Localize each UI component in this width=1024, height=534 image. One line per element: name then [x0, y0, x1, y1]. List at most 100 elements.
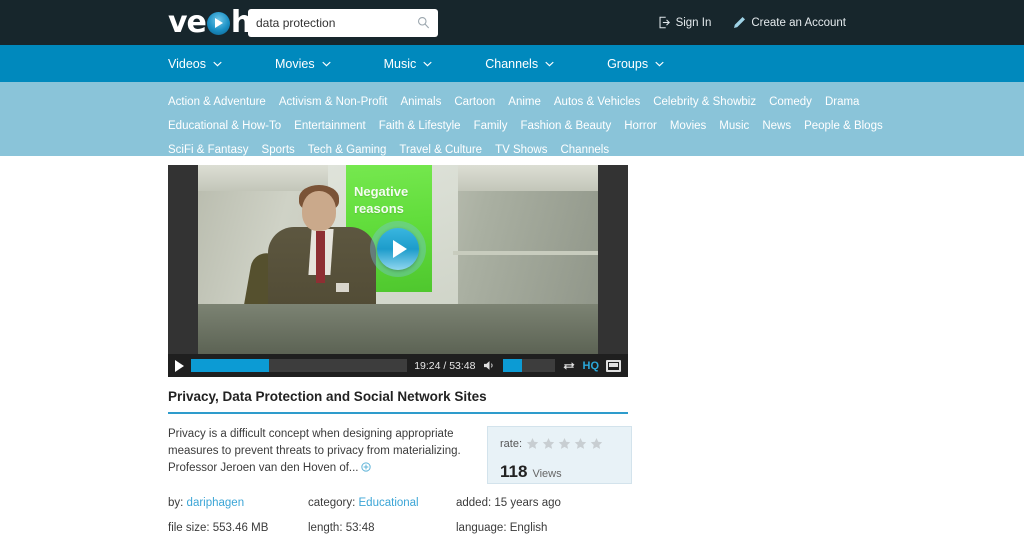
- sign-in-icon: [659, 16, 670, 29]
- page-title: Privacy, Data Protection and Social Netw…: [168, 389, 487, 404]
- pencil-icon: [734, 17, 746, 28]
- chevron-down-icon: [655, 61, 664, 66]
- volume-fill: [502, 359, 523, 372]
- video-description: Privacy is a difficult concept when desi…: [168, 426, 473, 477]
- category-link[interactable]: Cartoon: [454, 96, 495, 108]
- video-player[interactable]: Negative reasons 19:24 / 53:48 HQ: [168, 165, 628, 377]
- fullscreen-icon[interactable]: [606, 359, 621, 372]
- title-divider: [168, 412, 628, 414]
- star-icon[interactable]: [558, 437, 571, 450]
- filesize-label: file size:: [168, 522, 210, 534]
- play-pause-button[interactable]: [175, 359, 184, 372]
- play-icon: [393, 239, 407, 258]
- veoh-logo[interactable]: ve h ®: [168, 4, 261, 40]
- wall-rail: [453, 251, 598, 255]
- category-link[interactable]: Faith & Lifestyle: [379, 120, 461, 132]
- slide-text: Negative reasons: [354, 183, 408, 217]
- video-info-area: Privacy is a difficult concept when desi…: [168, 426, 798, 484]
- language-value: English: [509, 522, 548, 534]
- category-link[interactable]: Animals: [400, 96, 441, 108]
- logo-text-left: ve: [168, 4, 207, 40]
- nav-item-label: Movies: [275, 56, 315, 71]
- loop-icon[interactable]: [562, 360, 576, 372]
- volume-slider[interactable]: [502, 359, 555, 372]
- category-row-2: Educational & How-To Entertainment Faith &…: [168, 114, 1024, 138]
- category-link[interactable]: Movies: [670, 120, 706, 132]
- star-icon[interactable]: [574, 437, 587, 450]
- category-link[interactable]: Comedy: [769, 96, 812, 108]
- category-link[interactable]: Tech & Gaming: [308, 144, 387, 156]
- quality-button[interactable]: HQ: [583, 360, 600, 372]
- views-label: Views: [532, 468, 562, 480]
- video-title-section: Privacy, Data Protection and Social Netw…: [168, 389, 628, 414]
- category-link[interactable]: Autos & Vehicles: [554, 96, 640, 108]
- search-box[interactable]: [248, 8, 438, 37]
- slide-text-line1: Negative: [354, 184, 409, 199]
- site-header: ve h ® Sign In Create an Account: [0, 0, 1024, 45]
- nav-item-groups[interactable]: Groups: [607, 57, 664, 71]
- language-cell: language: English: [456, 522, 547, 534]
- nav-item-label: Music: [383, 56, 417, 71]
- category-link[interactable]: Drama: [825, 96, 860, 108]
- video-metadata: by: dariphagen category: Educational add…: [168, 497, 638, 534]
- language-label: language:: [456, 522, 507, 534]
- uploader-link[interactable]: dariphagen: [187, 497, 245, 509]
- speaker-badge: [336, 283, 349, 292]
- category-link[interactable]: Family: [474, 120, 508, 132]
- star-icon[interactable]: [526, 437, 539, 450]
- play-button-circle: [377, 227, 419, 270]
- category-link[interactable]: SciFi & Fantasy: [168, 144, 249, 156]
- uploader-cell: by: dariphagen: [168, 497, 308, 509]
- star-icon[interactable]: [542, 437, 555, 450]
- added-value: 15 years ago: [494, 497, 561, 509]
- nav-item-label: Videos: [168, 56, 206, 71]
- metadata-row-1: by: dariphagen category: Educational add…: [168, 497, 638, 509]
- category-link[interactable]: Action & Adventure: [168, 96, 266, 108]
- category-link[interactable]: Educational: [359, 497, 419, 509]
- speaker-tie: [316, 231, 325, 283]
- category-link[interactable]: News: [762, 120, 791, 132]
- category-bar: Action & Adventure Activism & Non-Profit A…: [0, 82, 1024, 156]
- search-input[interactable]: [256, 15, 417, 30]
- progress-fill: [191, 359, 269, 372]
- expand-icon[interactable]: [360, 462, 371, 472]
- main-navigation: Videos Movies Music Channels Groups: [0, 45, 1024, 82]
- category-link[interactable]: Travel & Culture: [399, 144, 482, 156]
- category-link[interactable]: TV Shows: [495, 144, 547, 156]
- progress-bar[interactable]: [191, 359, 408, 372]
- category-link[interactable]: Music: [719, 120, 749, 132]
- nav-item-music[interactable]: Music: [384, 57, 433, 71]
- length-label: length:: [308, 522, 343, 534]
- nav-item-movies[interactable]: Movies: [275, 57, 331, 71]
- slide-text-line2: reasons: [354, 201, 404, 216]
- sign-in-label: Sign In: [675, 16, 712, 29]
- category-label: category:: [308, 497, 356, 509]
- play-overlay-button[interactable]: [370, 220, 426, 277]
- category-link[interactable]: Channels: [560, 144, 609, 156]
- logo-play-circle-icon: [206, 12, 230, 35]
- category-link[interactable]: Anime: [508, 96, 541, 108]
- create-account-link[interactable]: Create an Account: [733, 16, 846, 29]
- filesize-cell: file size: 553.46 MB: [168, 522, 308, 534]
- views-row: 118 Views: [500, 462, 619, 482]
- nav-item-videos[interactable]: Videos: [168, 57, 222, 71]
- category-link[interactable]: Educational & How-To: [168, 120, 281, 132]
- category-link[interactable]: Activism & Non-Profit: [279, 96, 388, 108]
- time-display: 19:24 / 53:48: [414, 359, 476, 372]
- category-link[interactable]: Sports: [262, 144, 295, 156]
- star-icon[interactable]: [590, 437, 603, 450]
- category-link[interactable]: Fashion & Beauty: [520, 120, 611, 132]
- sign-in-link[interactable]: Sign In: [658, 16, 712, 29]
- player-controls: 19:24 / 53:48 HQ: [168, 354, 628, 377]
- volume-icon[interactable]: [483, 360, 496, 371]
- category-link[interactable]: Celebrity & Showbiz: [653, 96, 756, 108]
- nav-item-label: Channels: [485, 56, 539, 71]
- rating-views-box: rate: 118 Views: [487, 426, 632, 484]
- speaker-head: [302, 191, 336, 231]
- category-link[interactable]: Horror: [624, 120, 657, 132]
- category-link[interactable]: Entertainment: [294, 120, 366, 132]
- search-icon[interactable]: [417, 16, 430, 29]
- star-rating[interactable]: [526, 437, 603, 450]
- category-link[interactable]: People & Blogs: [804, 120, 883, 132]
- nav-item-channels[interactable]: Channels: [485, 57, 554, 71]
